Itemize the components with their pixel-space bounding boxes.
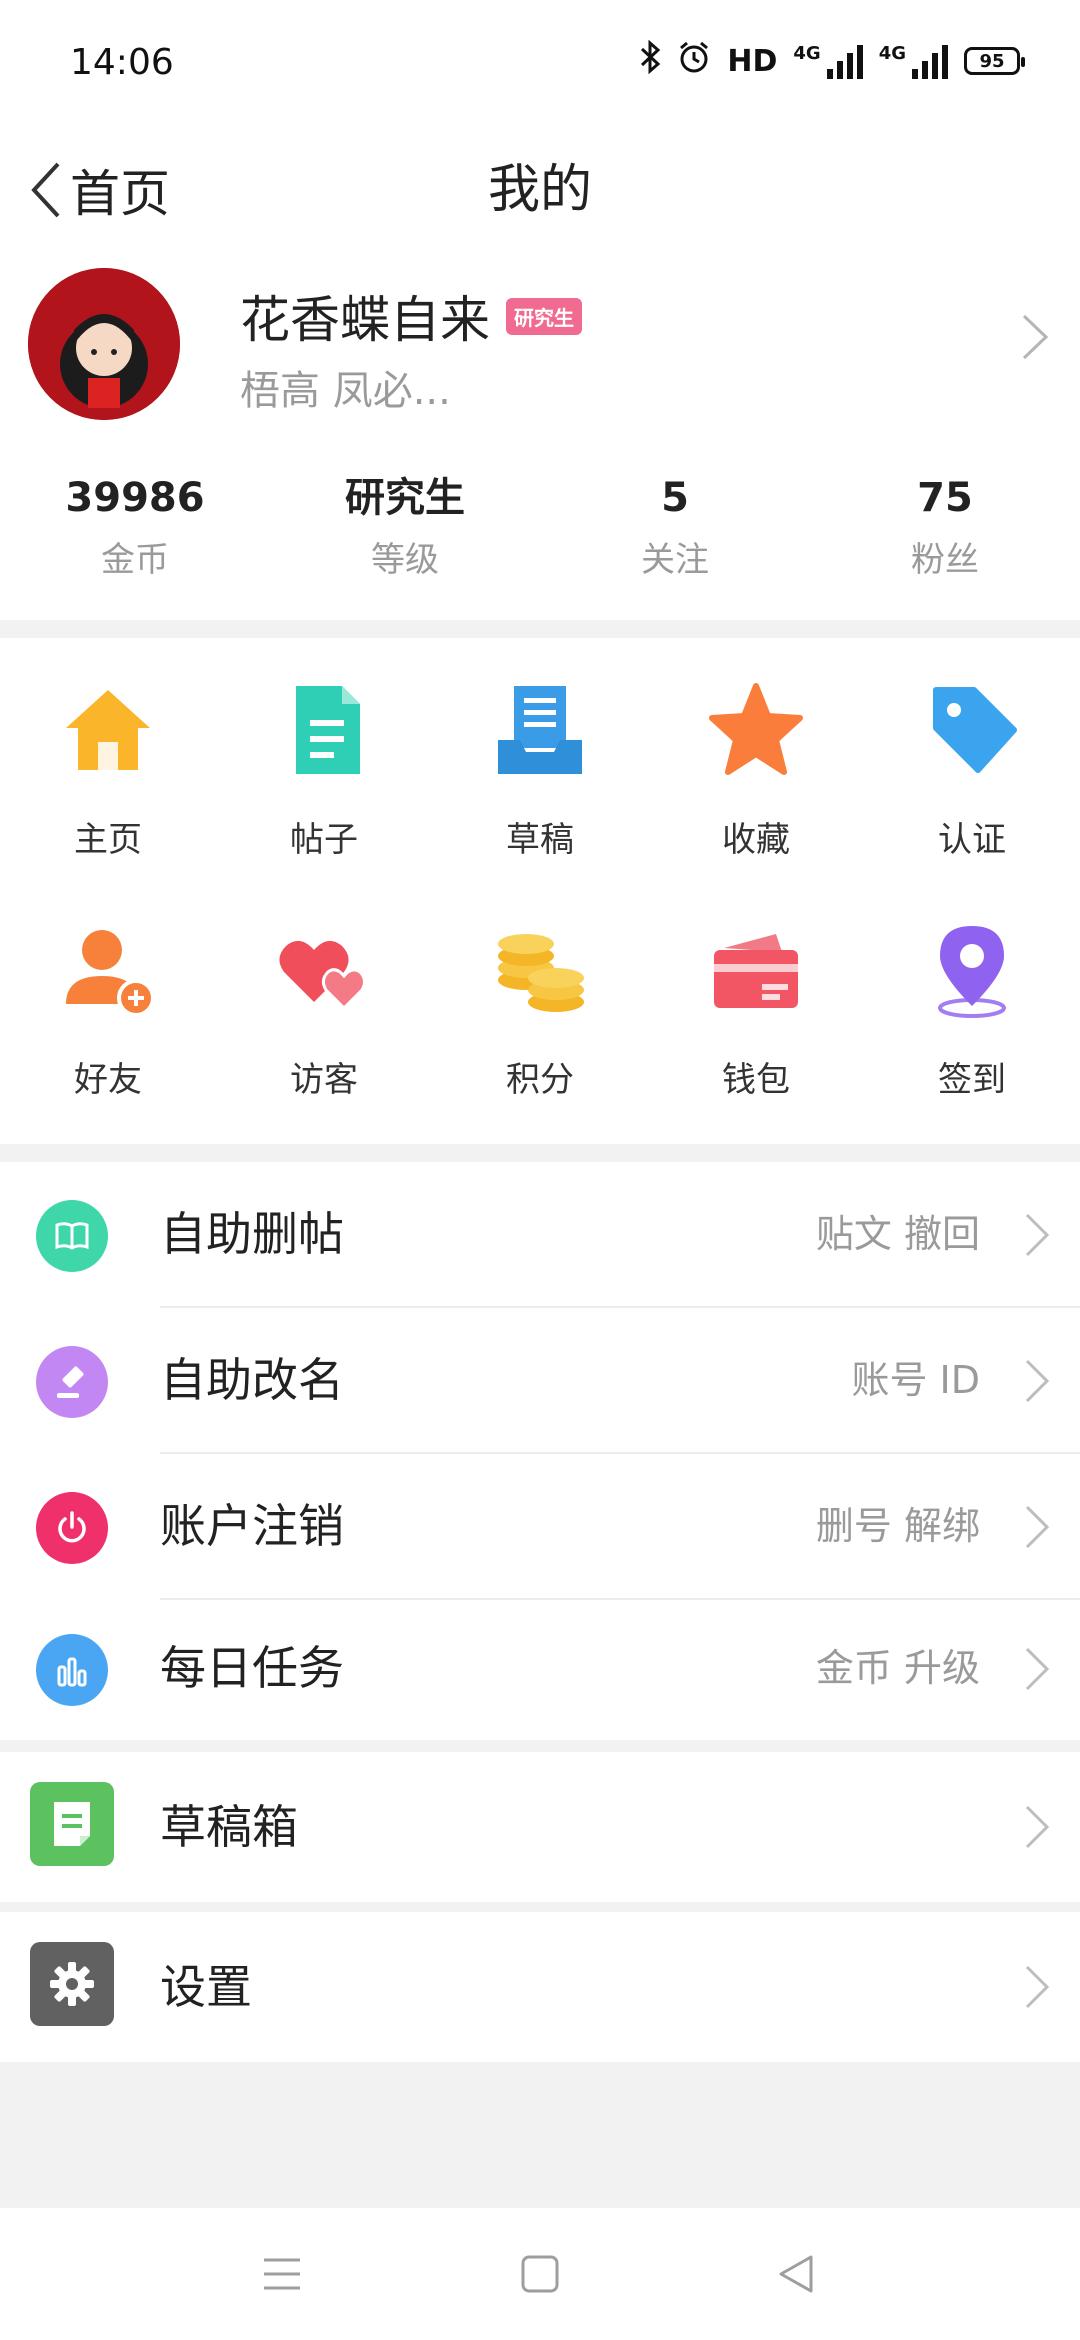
coins-icon [498,934,584,1012]
chevron-right-icon [1022,314,1049,360]
stat-label: 粉丝 [911,540,979,580]
bluetooth-icon [639,39,661,82]
stat-value: 5 [661,475,689,521]
grid-label: 收藏 [722,820,790,860]
grid-item-favorites[interactable]: 收藏 [648,638,864,860]
status-icons: HD 4G 4G 95 [639,39,1025,82]
grid-label: 草稿 [506,820,574,860]
grid-item-checkin[interactable]: 签到 [864,878,1080,1100]
triangle-back-icon [779,2255,813,2293]
list-item-deactivate[interactable]: 账户注销 删号 解绑 [0,1454,1080,1598]
tag-icon [933,687,1017,773]
grid-label: 访客 [290,1060,358,1100]
page-title: 我的 [487,160,592,220]
chevron-right-icon [1025,1359,1050,1403]
status-bar: 14:06 HD 4G 4G 95 [0,0,1080,130]
avatar[interactable] [28,268,180,420]
tools-list: 自助删帖 贴文 撤回 自助改名 账号 ID 账户注销 删号 解绑 每日任务 金币… [0,1162,1080,1740]
stat-following[interactable]: 5 关注 [540,470,810,600]
list-item-rename[interactable]: 自助改名 账号 ID [0,1308,1080,1452]
stat-label: 关注 [641,540,709,580]
stat-value: 75 [917,475,973,521]
list-hint: 金币 升级 [815,1646,980,1690]
grid-item-visitors[interactable]: 访客 [216,878,432,1100]
grid-label: 积分 [506,1060,574,1100]
hearts-icon [279,940,367,1011]
grid-label: 签到 [938,1060,1006,1100]
stat-label: 金币 [101,540,169,580]
list-hint: 账号 ID [851,1358,980,1402]
wallet-card-icon [714,934,798,1008]
grid-label: 钱包 [722,1060,790,1100]
feature-grid: 主页 帖子 草稿 收藏 认证 好友 访客 积分 钱包 签到 [0,638,1080,1144]
draft-tray-icon [498,686,582,774]
alarm-icon [677,40,711,82]
list-label: 账户注销 [160,1499,344,1553]
stat-value: 研究生 [345,475,465,521]
grid-item-verify[interactable]: 认证 [864,638,1080,860]
book-icon [36,1200,108,1272]
draft-box-icon [30,1782,114,1866]
grid-item-points[interactable]: 积分 [432,878,648,1100]
location-pin-icon [938,926,1006,1018]
chevron-right-icon [1025,1213,1050,1257]
signal-icon: 4G [793,43,863,79]
username-text: 花香蝶自来 [240,291,490,349]
stat-label: 等级 [371,540,439,580]
system-nav-bar [0,2208,1080,2340]
stats-row: 39986 金币 研究生 等级 5 关注 75 粉丝 [0,470,1080,600]
battery-icon: 95 [964,47,1025,75]
home-button[interactable] [510,2244,570,2304]
list-item-draft-box[interactable]: 草稿箱 [0,1752,1080,1902]
home-icon [66,690,150,770]
grid-label: 好友 [74,1060,142,1100]
chevron-right-icon [1025,1505,1050,1549]
star-icon [709,683,803,775]
list-label: 设置 [160,1960,252,2014]
grid-item-wallet[interactable]: 钱包 [648,878,864,1100]
grid-item-friends[interactable]: 好友 [0,878,216,1100]
square-icon [521,2255,559,2293]
signal-icon-2: 4G [879,43,948,79]
stat-followers[interactable]: 75 粉丝 [810,470,1080,600]
chevron-right-icon [1025,1647,1050,1691]
top-nav-bar: 首页 我的 [0,130,1080,250]
list-label: 自助删帖 [160,1207,344,1261]
bar-chart-icon [36,1634,108,1706]
chevron-right-icon [1025,1965,1050,2009]
gavel-icon [36,1346,108,1418]
gear-icon [30,1942,114,2026]
level-badge: 研究生 [506,297,582,335]
username: 花香蝶自来 研究生 [240,280,582,352]
list-item-delete-post[interactable]: 自助删帖 贴文 撤回 [0,1162,1080,1306]
menu-icon [264,2258,300,2290]
list-label: 草稿箱 [160,1800,298,1854]
profile-card[interactable]: 花香蝶自来 研究生 梧高 凤必... 39986 金币 研究生 等级 5 关注 … [0,250,1080,620]
grid-label: 主页 [74,820,142,860]
grid-item-drafts[interactable]: 草稿 [432,638,648,860]
back-nav-button[interactable] [766,2244,826,2304]
menu-button[interactable] [252,2244,312,2304]
stat-value: 39986 [65,475,205,521]
document-icon [296,686,360,774]
list-item-settings[interactable]: 设置 [0,1912,1080,2062]
user-signature: 梧高 凤必... [240,368,451,414]
list-hint: 删号 解绑 [815,1504,980,1548]
power-icon [36,1492,108,1564]
stat-level[interactable]: 研究生 等级 [270,470,540,600]
list-hint: 贴文 撤回 [815,1212,980,1256]
status-time: 14:06 [70,42,174,83]
grid-label: 认证 [938,820,1006,860]
grid-item-home[interactable]: 主页 [0,638,216,860]
list-label: 自助改名 [160,1353,344,1407]
add-friend-icon [66,930,155,1017]
grid-label: 帖子 [290,820,358,860]
list-label: 每日任务 [160,1641,344,1695]
hd-indicator: HD [727,43,778,79]
grid-item-posts[interactable]: 帖子 [216,638,432,860]
list-item-daily-tasks[interactable]: 每日任务 金币 升级 [0,1596,1080,1740]
chevron-right-icon [1025,1805,1050,1849]
stat-coins[interactable]: 39986 金币 [0,470,270,600]
